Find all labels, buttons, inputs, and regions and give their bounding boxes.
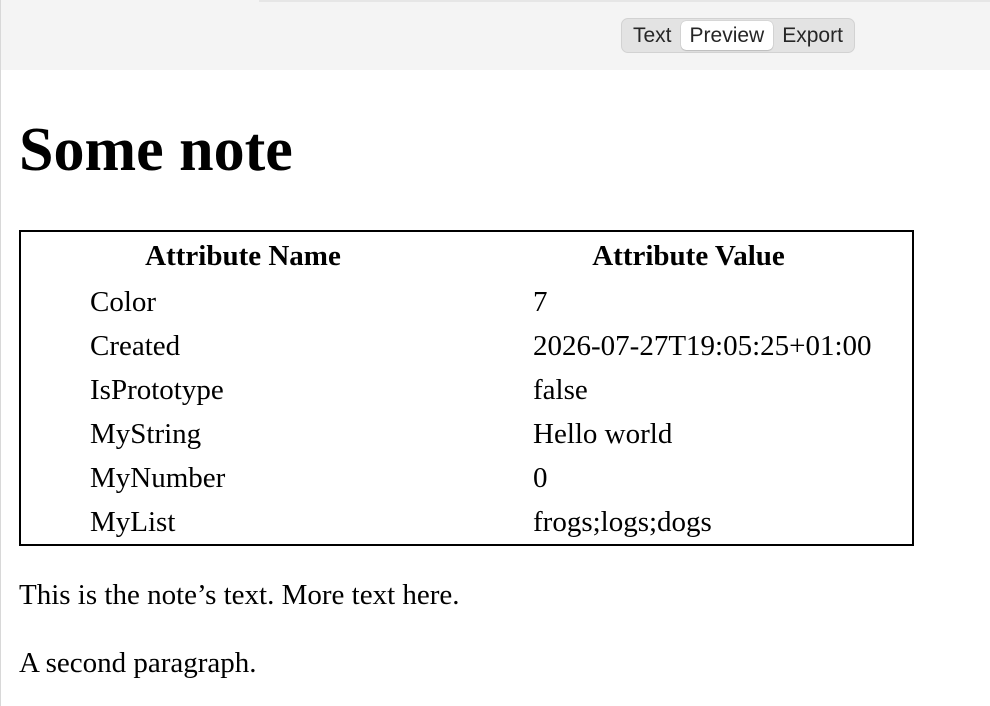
attribute-name: MyNumber bbox=[90, 461, 226, 494]
attribute-value: 2026-07-27T19:05:25+01:00 bbox=[533, 329, 872, 362]
tab-export[interactable]: Export bbox=[773, 21, 852, 50]
attribute-value: frogs;logs;dogs bbox=[533, 505, 712, 538]
table-row: Created 2026-07-27T19:05:25+01:00 bbox=[21, 324, 912, 368]
note-title: Some note bbox=[19, 116, 293, 184]
table-row: MyList frogs;logs;dogs bbox=[21, 500, 912, 544]
attribute-name: Created bbox=[90, 329, 181, 362]
attribute-value: false bbox=[533, 373, 588, 406]
attribute-value: 0 bbox=[533, 461, 548, 494]
column-header-value: Attribute Value bbox=[592, 239, 785, 272]
view-mode-switcher: Text Preview Export bbox=[621, 18, 855, 53]
note-paragraph: A second paragraph. bbox=[19, 647, 257, 679]
tab-preview[interactable]: Preview bbox=[680, 21, 774, 50]
attribute-name: Color bbox=[90, 285, 157, 318]
toolbar: Text Preview Export bbox=[0, 0, 990, 70]
attribute-name: MyString bbox=[90, 417, 202, 450]
attribute-table: Attribute Name Attribute Value Color 7 C… bbox=[19, 230, 914, 546]
table-header-row: Attribute Name Attribute Value bbox=[21, 232, 912, 280]
attribute-value: 7 bbox=[533, 285, 548, 318]
table-row: Color 7 bbox=[21, 280, 912, 324]
tab-text[interactable]: Text bbox=[624, 21, 681, 50]
table-row: MyString Hello world bbox=[21, 412, 912, 456]
preview-pane: Some note Attribute Name Attribute Value… bbox=[0, 70, 990, 706]
column-header-name: Attribute Name bbox=[145, 239, 341, 272]
table-row: IsPrototype false bbox=[21, 368, 912, 412]
attribute-name: IsPrototype bbox=[90, 373, 224, 406]
attribute-name: MyList bbox=[90, 505, 176, 538]
table-row: MyNumber 0 bbox=[21, 456, 912, 500]
attribute-value: Hello world bbox=[533, 417, 673, 450]
toolbar-divider bbox=[259, 0, 990, 2]
note-paragraph: This is the note’s text. More text here. bbox=[19, 579, 460, 611]
